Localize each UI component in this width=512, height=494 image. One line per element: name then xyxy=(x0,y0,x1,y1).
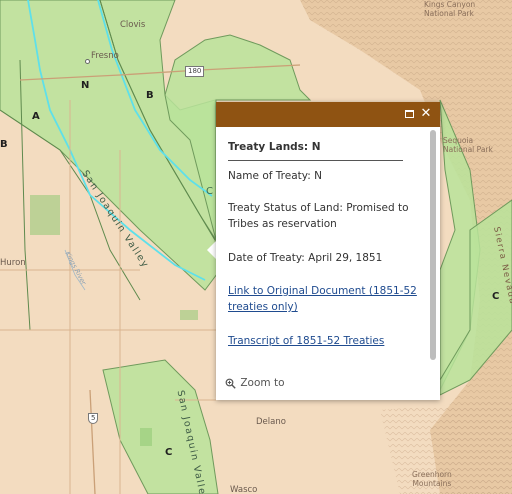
maximize-icon xyxy=(404,110,414,118)
treaty-date-field: Date of Treaty: April 29, 1851 xyxy=(228,252,383,264)
place-delano: Delano xyxy=(256,417,286,427)
treaty-status-field: Treaty Status of Land: Promised to Tribe… xyxy=(228,202,409,230)
city-dot-fresno xyxy=(85,59,90,64)
zone-label-b-right: B xyxy=(146,90,154,101)
place-fresno: Fresno xyxy=(91,51,119,61)
feature-popup: ✕ Treaty Lands: N Name of Treaty: N Trea… xyxy=(216,102,440,400)
popup-scrollbar-thumb[interactable] xyxy=(430,130,436,360)
zoom-in-icon xyxy=(225,378,236,389)
zone-label-c-south: C xyxy=(165,447,173,458)
place-kings-canyon: Kings Canyon National Park xyxy=(424,0,476,18)
place-huron: Huron xyxy=(0,258,26,268)
zone-label-a: A xyxy=(32,111,40,122)
popup-divider xyxy=(228,160,403,161)
popup-header: ✕ xyxy=(216,102,440,127)
place-wasco: Wasco xyxy=(230,485,258,494)
popup-body[interactable]: Treaty Lands: N Name of Treaty: N Treaty… xyxy=(216,127,440,400)
treaty-name-field: Name of Treaty: N xyxy=(228,170,322,182)
place-sequoia: Sequoia National Park xyxy=(443,136,493,154)
maximize-button[interactable] xyxy=(402,107,416,121)
close-button[interactable]: ✕ xyxy=(419,107,433,121)
zone-label-n: N xyxy=(81,80,90,91)
zone-label-c-east: C xyxy=(492,291,500,302)
zoom-to-label: Zoom to xyxy=(240,377,285,389)
highway-shield-180: 180 xyxy=(185,66,205,77)
zone-label-c-partial: C xyxy=(206,186,213,197)
zone-label-b-left: B xyxy=(0,139,8,150)
zoom-to-button[interactable]: Zoom to xyxy=(224,377,285,389)
close-icon: ✕ xyxy=(420,106,432,121)
original-document-link[interactable]: Link to Original Document (1851-52 treat… xyxy=(228,283,418,315)
place-clovis: Clovis xyxy=(120,20,146,30)
place-greenhorn: Greenhorn Mountains xyxy=(412,470,452,488)
popup-title: Treaty Lands: N xyxy=(228,141,321,153)
treaty-transcript-link[interactable]: Transcript of 1851-52 Treaties xyxy=(228,333,418,349)
